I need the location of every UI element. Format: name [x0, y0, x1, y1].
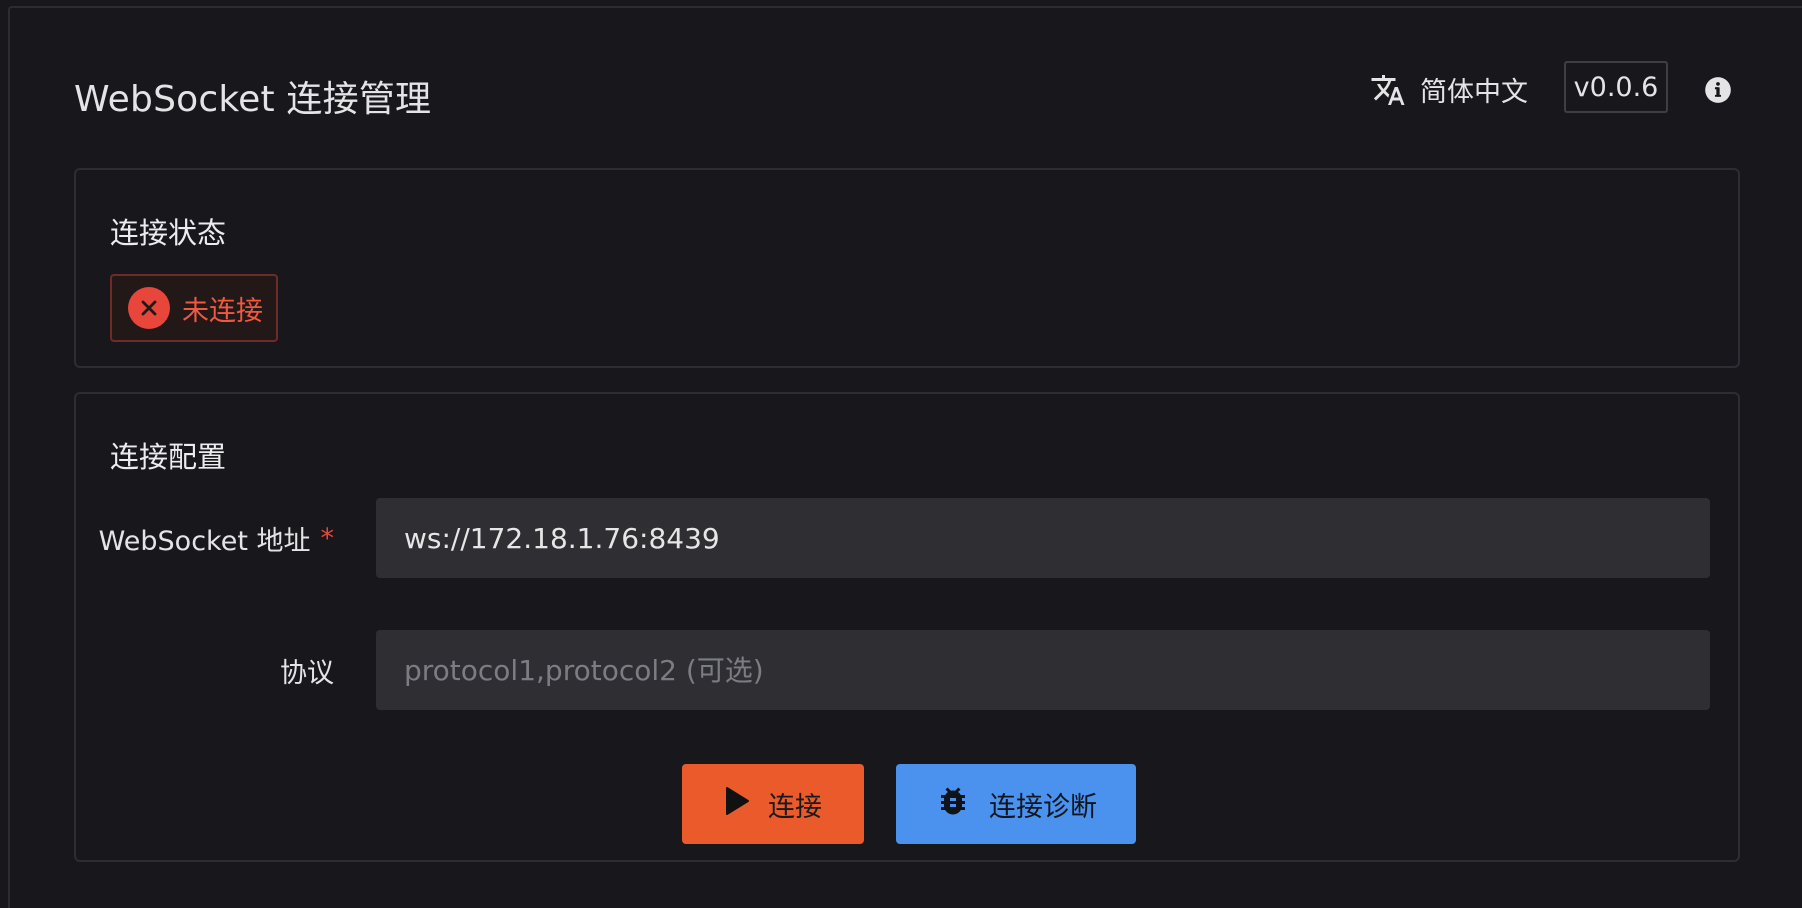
url-label: WebSocket 地址 * [99, 498, 334, 578]
status-card-title: 连接状态 [110, 216, 227, 250]
connection-status-card: 连接状态 未连接 [74, 168, 1740, 368]
app-window: WebSocket 连接管理 简体中文 v0.0.6 连接状态 未连接 连接配置… [8, 6, 1802, 908]
language-label: 简体中文 [1420, 77, 1528, 108]
config-card-title: 连接配置 [110, 440, 227, 474]
url-form-row: WebSocket 地址 * [76, 498, 1738, 578]
connection-config-card: 连接配置 WebSocket 地址 * 协议 连接 [74, 392, 1740, 862]
status-text: 未连接 [182, 295, 263, 327]
protocol-form-row: 协议 [76, 630, 1738, 710]
diagnose-button[interactable]: 连接诊断 [896, 764, 1136, 844]
diagnose-button-label: 连接诊断 [989, 791, 1097, 823]
language-switcher[interactable]: 简体中文 [1370, 70, 1528, 109]
protocol-label: 协议 [280, 630, 334, 710]
connect-button-label: 连接 [768, 791, 822, 823]
bug-icon [935, 783, 971, 826]
status-badge: 未连接 [110, 274, 278, 342]
protocol-input[interactable] [376, 630, 1710, 710]
play-icon [724, 786, 750, 823]
page-title: WebSocket 连接管理 [74, 79, 432, 120]
close-circle-icon [128, 287, 170, 329]
translate-icon [1370, 72, 1406, 108]
required-mark: * [320, 522, 335, 554]
connect-button[interactable]: 连接 [682, 764, 864, 844]
version-badge: v0.0.6 [1564, 61, 1668, 113]
info-icon[interactable] [1704, 76, 1732, 104]
websocket-url-input[interactable] [376, 498, 1710, 578]
app-header: WebSocket 连接管理 简体中文 v0.0.6 [10, 8, 1802, 158]
url-label-text: WebSocket 地址 [98, 525, 311, 557]
protocol-label-text: 协议 [280, 657, 334, 689]
